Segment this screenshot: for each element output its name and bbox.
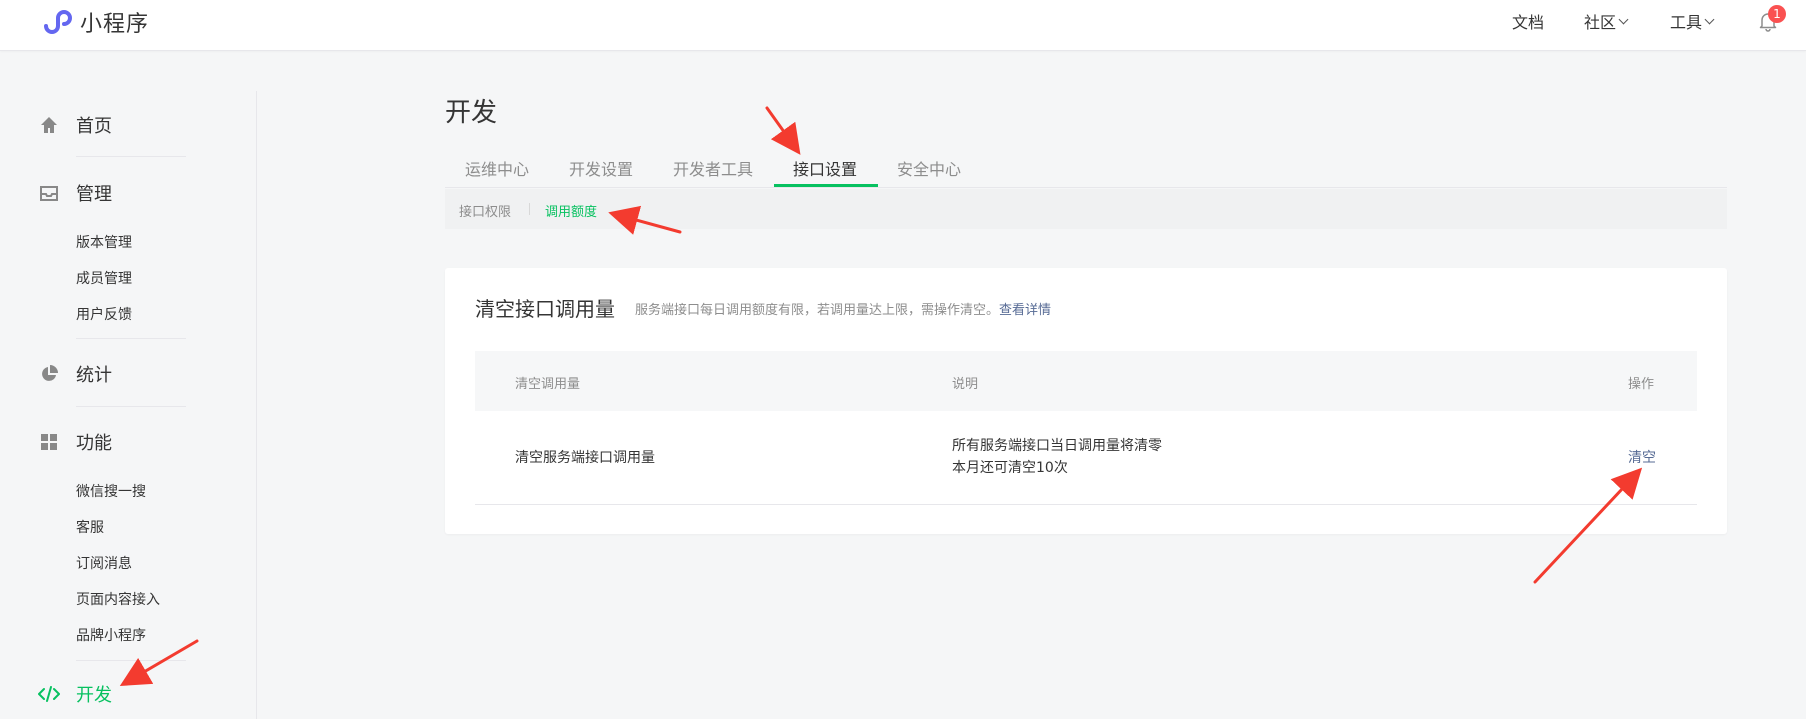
mini-program-logo-icon bbox=[44, 10, 72, 34]
sidebar-item-feedback[interactable]: 用户反馈 bbox=[76, 304, 132, 324]
row-name: 清空服务端接口调用量 bbox=[515, 450, 655, 466]
row-note-line1: 所有服务端接口当日调用量将清零 bbox=[952, 438, 1162, 454]
nav-docs-label: 文档 bbox=[1512, 13, 1545, 32]
column-header-note: 说明 bbox=[952, 377, 979, 392]
sidebar-item-version[interactable]: 版本管理 bbox=[76, 232, 132, 252]
sidebar-item-label: 功能 bbox=[76, 433, 112, 454]
notification-badge: 1 bbox=[1768, 5, 1786, 23]
nav-tools[interactable]: 工具 bbox=[1670, 0, 1715, 42]
tab-dev-tools[interactable]: 开发者工具 bbox=[673, 156, 753, 180]
view-details-link[interactable]: 查看详情 bbox=[999, 303, 1051, 318]
column-header-clear: 清空调用量 bbox=[515, 377, 581, 392]
tab-api-settings[interactable]: 接口设置 bbox=[793, 156, 857, 180]
sidebar-item-label: 管理 bbox=[76, 184, 112, 205]
nav-tools-label: 工具 bbox=[1670, 13, 1703, 32]
tab-dev-settings[interactable]: 开发设置 bbox=[569, 156, 633, 180]
card-description-text: 服务端接口每日调用额度有限，若调用量达上限，需操作清空。 bbox=[635, 303, 1000, 318]
sidebar-item-customer-service[interactable]: 客服 bbox=[76, 517, 104, 537]
active-tab-indicator bbox=[774, 184, 878, 187]
app-title: 小程序 bbox=[80, 12, 150, 37]
nav-community[interactable]: 社区 bbox=[1584, 0, 1629, 42]
divider bbox=[76, 406, 186, 407]
column-header-action: 操作 bbox=[1628, 377, 1655, 392]
subtab-separator bbox=[529, 203, 530, 215]
chevron-down-icon bbox=[1704, 14, 1715, 24]
sidebar-item-brand-program[interactable]: 品牌小程序 bbox=[76, 625, 146, 645]
subtab-call-quota[interactable]: 调用额度 bbox=[545, 201, 597, 220]
quota-card: 清空接口调用量 服务端接口每日调用额度有限，若调用量达上限，需操作清空。查看详情… bbox=[445, 268, 1727, 534]
divider bbox=[76, 338, 186, 339]
sidebar-item-stats[interactable]: 统计 bbox=[38, 361, 112, 387]
sidebar-divider bbox=[256, 91, 257, 719]
card-description: 服务端接口每日调用额度有限，若调用量达上限，需操作清空。查看详情 bbox=[635, 299, 1051, 318]
code-icon bbox=[38, 683, 60, 705]
subtab-api-permissions[interactable]: 接口权限 bbox=[459, 201, 511, 220]
clear-button[interactable]: 清空 bbox=[1628, 447, 1656, 467]
tab-bar: 运维中心 开发设置 开发者工具 接口设置 安全中心 bbox=[445, 150, 1727, 188]
sidebar-item-subscribe-msg[interactable]: 订阅消息 bbox=[76, 553, 132, 573]
nav-docs[interactable]: 文档 bbox=[1512, 0, 1544, 42]
tab-security-center[interactable]: 安全中心 bbox=[897, 156, 961, 180]
sidebar-item-members[interactable]: 成员管理 bbox=[76, 268, 132, 288]
table-header: 清空调用量 说明 操作 bbox=[475, 351, 1697, 411]
sidebar-item-label: 首页 bbox=[76, 116, 112, 137]
logo[interactable]: 小程序 bbox=[40, 6, 149, 38]
tab-ops-center[interactable]: 运维中心 bbox=[465, 156, 529, 180]
subtab-bar: 接口权限 调用额度 bbox=[445, 189, 1727, 229]
row-note-line2: 本月还可清空10次 bbox=[952, 460, 1068, 476]
arrow-to-develop-nav bbox=[119, 639, 199, 687]
card-title: 清空接口调用量 bbox=[475, 297, 615, 321]
page-title: 开发 bbox=[445, 98, 498, 128]
pie-chart-icon bbox=[38, 363, 60, 385]
arrow-to-api-settings-tab bbox=[765, 106, 801, 155]
sidebar-item-home[interactable]: 首页 bbox=[38, 112, 112, 138]
sidebar-item-label: 统计 bbox=[76, 365, 112, 386]
sidebar-item-features[interactable]: 功能 bbox=[38, 429, 112, 455]
sidebar-item-manage[interactable]: 管理 bbox=[38, 180, 112, 206]
chevron-down-icon bbox=[1618, 14, 1629, 24]
sidebar-item-page-content[interactable]: 页面内容接入 bbox=[76, 589, 160, 609]
grid-icon bbox=[38, 431, 60, 453]
divider bbox=[76, 660, 186, 661]
table-row: 清空服务端接口调用量 所有服务端接口当日调用量将清零 本月还可清空10次 清空 bbox=[475, 411, 1697, 505]
inbox-icon bbox=[38, 182, 60, 204]
divider bbox=[76, 156, 186, 157]
sidebar-item-develop[interactable]: 开发 bbox=[38, 681, 112, 707]
sidebar-item-label: 开发 bbox=[76, 685, 112, 706]
home-icon bbox=[38, 114, 60, 136]
nav-community-label: 社区 bbox=[1584, 13, 1617, 32]
top-bar: 小程序 文档 社区 工具 1 bbox=[0, 0, 1806, 51]
sidebar-item-wechat-search[interactable]: 微信搜一搜 bbox=[76, 481, 146, 501]
